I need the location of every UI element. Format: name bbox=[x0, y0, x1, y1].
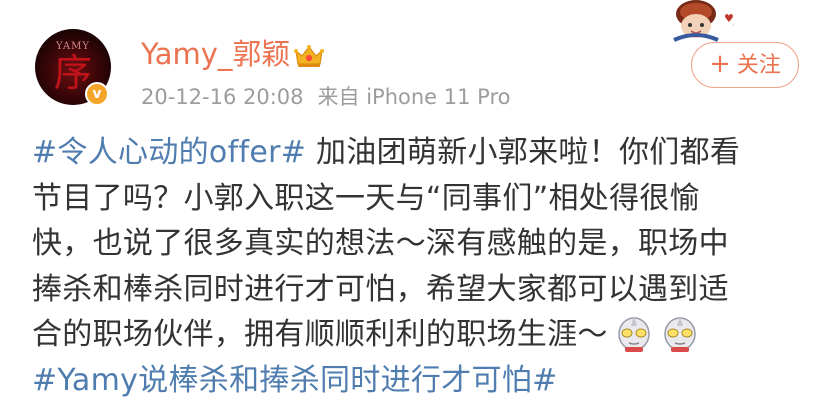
ultraman-icon bbox=[663, 316, 696, 353]
post-text: 节目了吗？小郭入职这一天与“同事们”相处得很愉 bbox=[32, 180, 700, 216]
post-line: 快，也说了很多真实的想法～深有感触的是，职场中 bbox=[32, 221, 802, 267]
post-line: 节目了吗？小郭入职这一天与“同事们”相处得很愉 bbox=[32, 176, 802, 222]
plus-icon: + bbox=[709, 49, 731, 79]
post-line: #令人心动的offer# 加油团萌新小郭来啦！你们都看 bbox=[32, 130, 802, 176]
ultraman-icon bbox=[617, 316, 650, 353]
post-line: 捧杀和棒杀同时进行才可怕，希望大家都可以遇到适 bbox=[32, 267, 802, 313]
post-meta: 20-12-16 20:08 来自 iPhone 11 Pro bbox=[141, 83, 510, 111]
post-timestamp: 20-12-16 20:08 bbox=[141, 85, 304, 109]
post-line: 合的职场伙伴，拥有顺顺利利的职场生涯～ bbox=[32, 312, 802, 358]
crown-icon[interactable] bbox=[293, 43, 325, 69]
post-line: #Yamy说棒杀和捧杀同时进行才可怕# bbox=[32, 358, 802, 404]
pendant-decoration-icon: ♥ · bbox=[673, 0, 735, 42]
verified-badge-icon: v bbox=[85, 82, 109, 106]
post-text: 合的职场伙伴，拥有顺顺利利的职场生涯～ bbox=[32, 317, 608, 353]
username[interactable]: Yamy_郭颖 bbox=[141, 36, 290, 72]
follow-button[interactable]: + 关注 bbox=[691, 42, 799, 88]
post-text: 加油团萌新小郭来啦！你们都看 bbox=[306, 135, 741, 170]
post-text: 快，也说了很多真实的想法～深有感触的是，职场中 bbox=[32, 226, 729, 262]
post-text: 捧杀和棒杀同时进行才可怕，希望大家都可以遇到适 bbox=[32, 271, 729, 307]
post-body: #令人心动的offer# 加油团萌新小郭来啦！你们都看 节目了吗？小郭入职这一天… bbox=[32, 130, 802, 404]
follow-button-label: 关注 bbox=[736, 53, 781, 78]
svg-text:·: · bbox=[732, 21, 735, 30]
hashtag-link[interactable]: #Yamy说棒杀和捧杀同时进行才可怕# bbox=[32, 363, 558, 398]
hashtag-link[interactable]: #令人心动的offer# bbox=[32, 135, 306, 170]
post-source[interactable]: 来自 iPhone 11 Pro bbox=[318, 85, 511, 109]
